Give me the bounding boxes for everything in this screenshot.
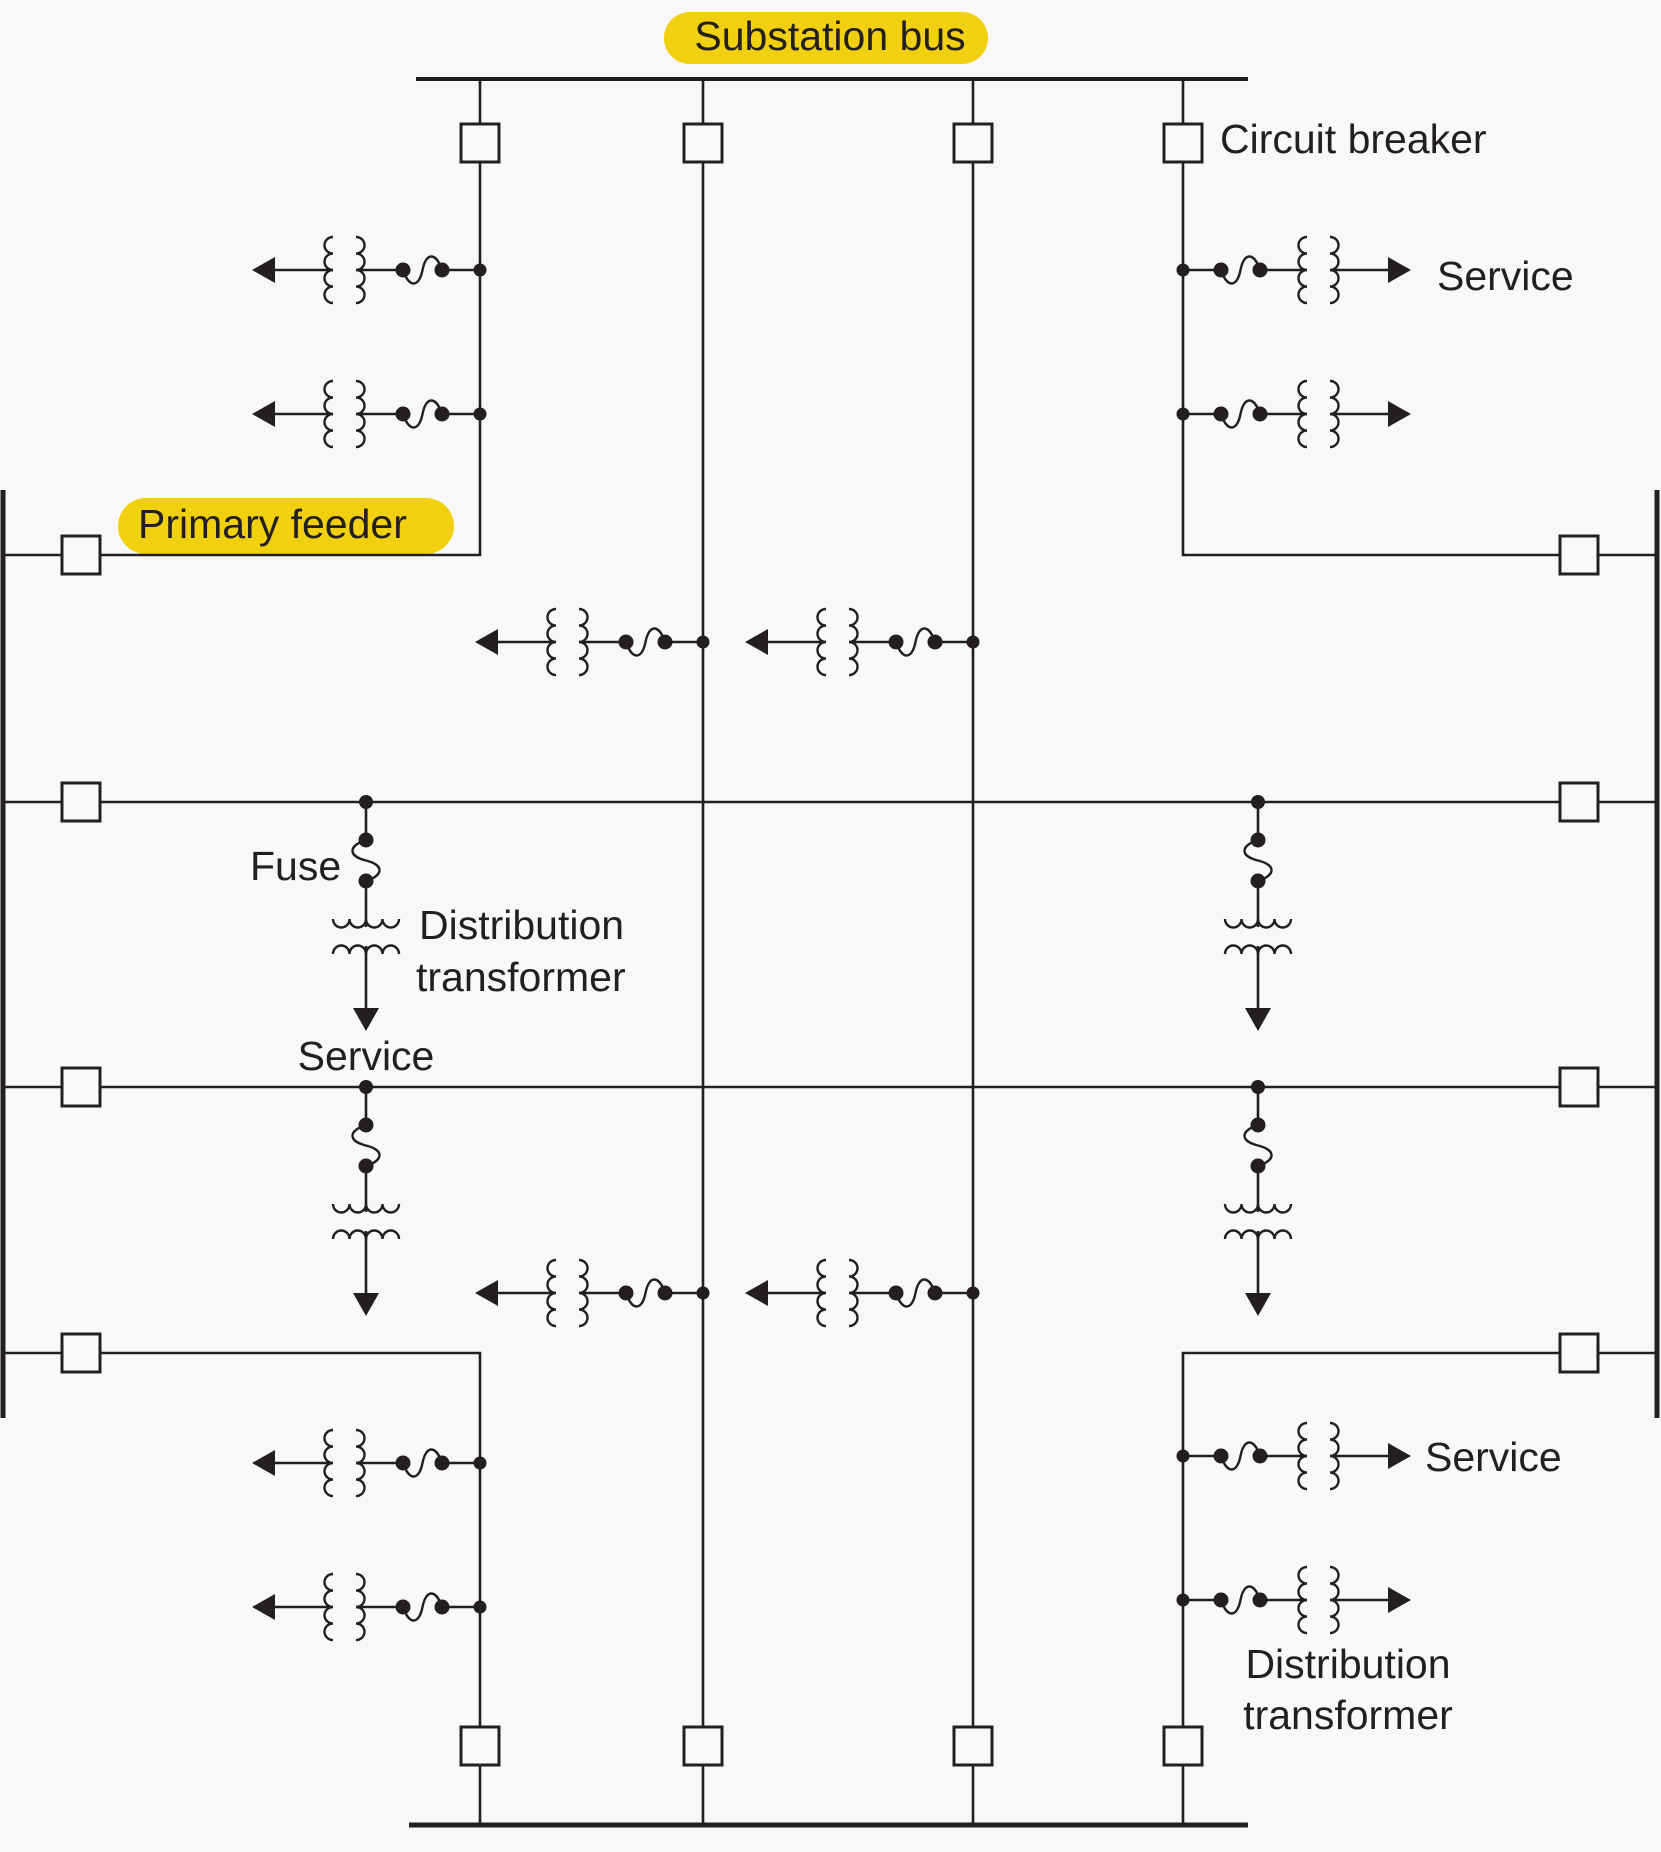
circuit-breaker-bottom [952, 1725, 994, 1767]
circuit-breaker-right [1558, 781, 1600, 823]
background [0, 0, 1661, 1852]
circuit-breaker-top [459, 122, 501, 164]
service-label-bottom-right: Service [1425, 1434, 1562, 1480]
circuit-breaker-bottom [1162, 1725, 1204, 1767]
substation-bus-label: Substation bus [694, 13, 965, 59]
circuit-breaker-left [60, 1066, 102, 1108]
service-label-center-left: Service [298, 1033, 435, 1079]
circuit-breaker-top [1162, 122, 1204, 164]
distribution-transformer-bottom-label-line2: transformer [1243, 1692, 1453, 1738]
circuit-breaker-top [682, 122, 724, 164]
circuit-breaker-left [60, 1332, 102, 1374]
circuit-breaker-right [1558, 1066, 1600, 1108]
distribution-transformer-label-line1: Distribution [419, 902, 624, 948]
service-label-top-right: Service [1437, 253, 1574, 299]
network-diagram: Substation bus Circuit breaker Service P… [0, 0, 1661, 1852]
circuit-breaker-left [60, 534, 102, 576]
circuit-breaker-left [60, 781, 102, 823]
circuit-breaker-right [1558, 534, 1600, 576]
circuit-breaker-bottom [459, 1725, 501, 1767]
distribution-transformer-label-line2: transformer [416, 954, 626, 1000]
circuit-breaker-bottom [682, 1725, 724, 1767]
circuit-breaker-right [1558, 1332, 1600, 1374]
distribution-transformer-bottom-label-line1: Distribution [1245, 1641, 1450, 1687]
circuit-breaker-label: Circuit breaker [1220, 116, 1487, 162]
fuse-label: Fuse [250, 843, 341, 889]
circuit-breaker-top [952, 122, 994, 164]
primary-feeder-label: Primary feeder [138, 501, 407, 547]
